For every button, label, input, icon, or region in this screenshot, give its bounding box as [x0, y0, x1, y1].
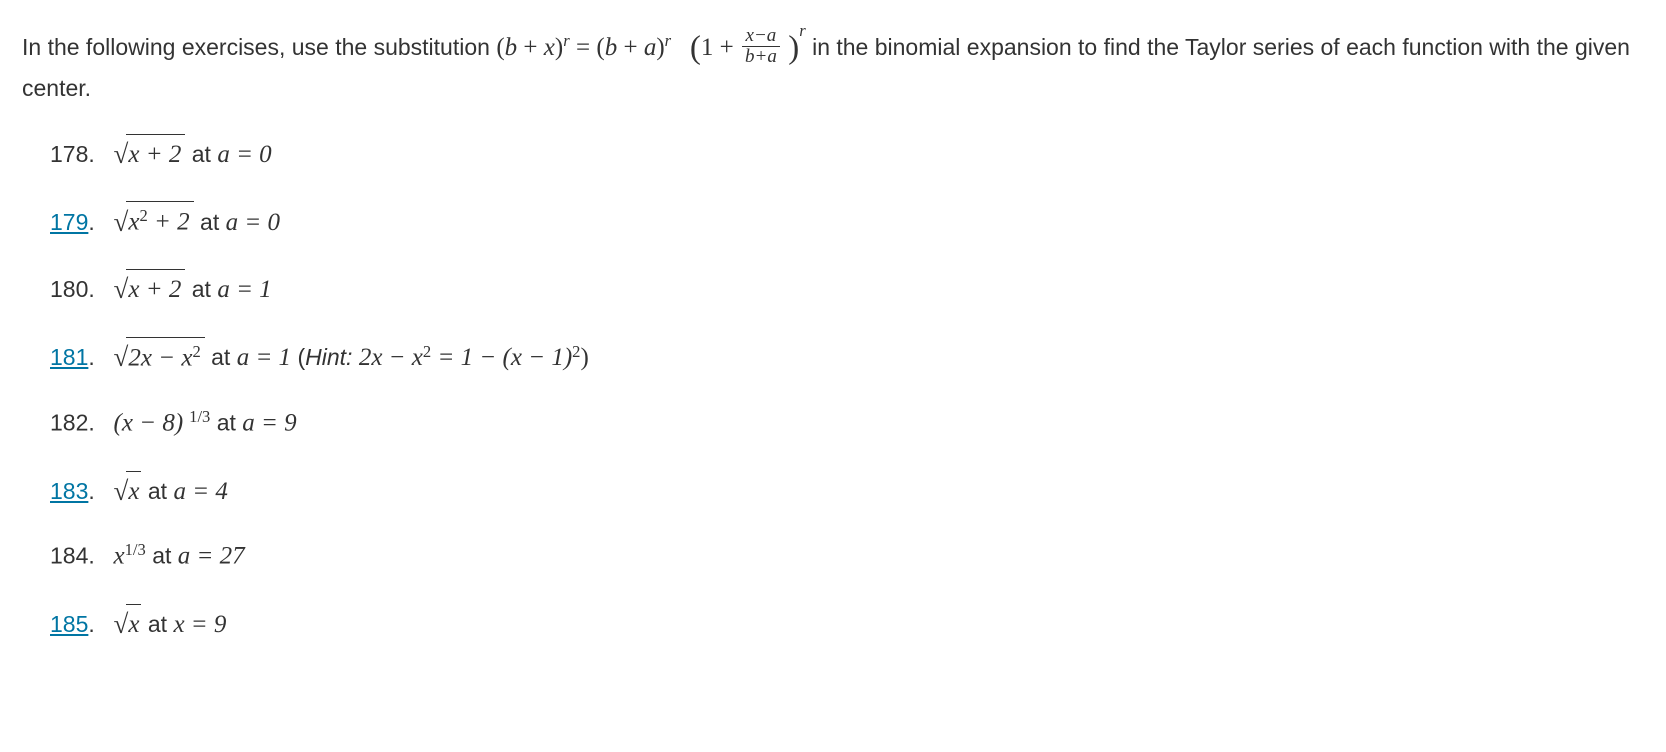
at-label: at [192, 276, 218, 302]
exercise-number-link[interactable]: 179 [50, 209, 88, 235]
exercise-page: In the following exercises, use the subs… [0, 0, 1666, 701]
exercise-185: 185. √x at x = 9 [50, 603, 1644, 645]
exercise-183: 183. √x at a = 4 [50, 470, 1644, 512]
hint-label: Hint: [305, 344, 352, 370]
center-value: a = 1 [237, 344, 291, 371]
center-value: a = 27 [178, 543, 245, 570]
exercise-number: 184 [50, 543, 88, 569]
exercise-list: 178. √x + 2 at a = 0 179. √ x2 + 2 at a … [22, 133, 1644, 645]
exercise-181: 181. √ 2x − x2 at a = 1 (Hint: 2x − x2 =… [50, 336, 1644, 378]
sqrt-icon: √ x2 + 2 [114, 201, 194, 243]
exercise-number-link[interactable]: 185 [50, 611, 88, 637]
center-value: a = 9 [242, 410, 296, 437]
exercise-178: 178. √x + 2 at a = 0 [50, 133, 1644, 175]
exercise-number: 182 [50, 410, 88, 436]
exercise-182: 182. (x − 8)1/3 at a = 9 [50, 404, 1644, 443]
at-label: at [217, 410, 243, 436]
center-value: x = 9 [173, 611, 226, 638]
intro-prefix: In the following exercises, use the subs… [22, 34, 496, 60]
at-label: at [148, 478, 174, 504]
at-label: at [152, 543, 178, 569]
at-label: at [192, 141, 218, 167]
at-label: at [200, 209, 226, 235]
exercise-number: 180 [50, 276, 88, 302]
center-value: a = 0 [226, 209, 280, 236]
exercise-180: 180. √x + 2 at a = 1 [50, 268, 1644, 310]
sqrt-icon: √x + 2 [114, 268, 186, 310]
sqrt-icon: √x + 2 [114, 133, 186, 175]
exercise-number: 178 [50, 141, 88, 167]
substitution-formula: (b + x)r = (b + a)r (1 + x−a b+a )r [496, 34, 812, 60]
exercise-184: 184. x1/3 at a = 27 [50, 537, 1644, 576]
base-expression: x [114, 543, 125, 570]
exercise-number-link[interactable]: 183 [50, 478, 88, 504]
center-value: a = 0 [217, 141, 271, 168]
exercise-number-link[interactable]: 181 [50, 344, 88, 370]
intro-paragraph: In the following exercises, use the subs… [22, 20, 1644, 107]
exercise-179: 179. √ x2 + 2 at a = 0 [50, 201, 1644, 243]
center-value: a = 1 [217, 276, 271, 303]
fraction-icon: x−a b+a [742, 26, 780, 68]
center-value: a = 4 [173, 478, 227, 505]
sqrt-icon: √x [114, 470, 142, 512]
sqrt-icon: √x [114, 603, 142, 645]
base-expression: (x − 8) [114, 410, 184, 437]
at-label: at [148, 611, 174, 637]
at-label: at [211, 344, 237, 370]
sqrt-icon: √ 2x − x2 [114, 336, 205, 378]
